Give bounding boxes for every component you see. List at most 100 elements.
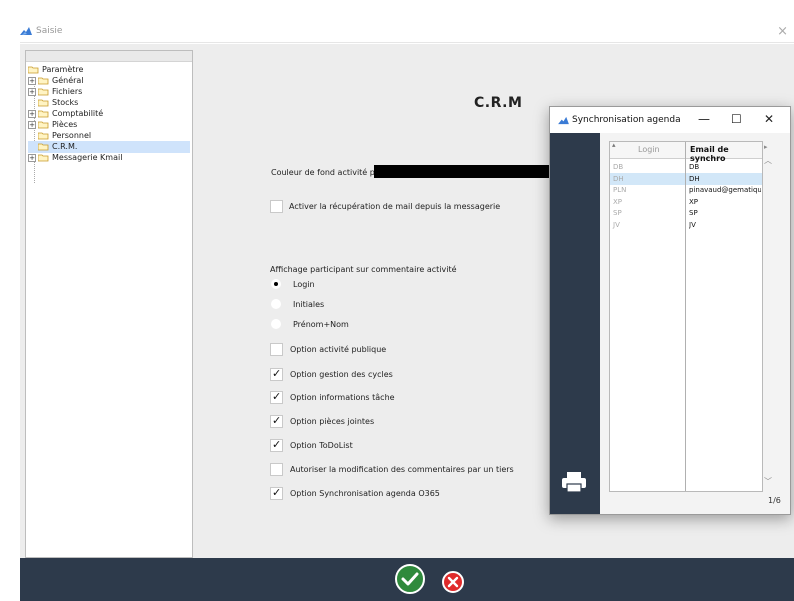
option-checkbox-6[interactable]	[270, 463, 283, 476]
checkmark-icon: ✓	[272, 414, 282, 427]
tree-item-label: Général	[52, 76, 84, 85]
cell-login: JV	[613, 220, 620, 229]
column-header-login[interactable]: ▴ Login	[610, 141, 685, 159]
color-picker[interactable]	[374, 165, 550, 178]
option-label: Option informations tâche	[290, 393, 395, 402]
sync-table: ▴ Login Email de synchro DB DB DH DH PLN pina…	[609, 141, 763, 492]
cell-login: DH	[613, 174, 624, 183]
sync-sidebar	[550, 133, 600, 514]
cell-email[interactable]: JV	[689, 221, 761, 229]
cell-login: XP	[613, 197, 623, 206]
checkmark-icon: ✓	[272, 486, 282, 499]
option-label: Option ToDoList	[290, 441, 353, 450]
folder-icon	[38, 143, 49, 151]
tree-header	[26, 51, 192, 62]
table-row[interactable]: XP XP	[610, 196, 762, 208]
cell-email[interactable]: SP	[689, 209, 761, 217]
option-checkbox-1[interactable]	[270, 343, 283, 356]
folder-icon	[38, 88, 49, 96]
option-label: Autoriser la modification des commentair…	[290, 465, 514, 474]
table-row[interactable]: JV JV	[610, 219, 762, 231]
sync-scrollbar[interactable]: ︿ ﹀	[763, 141, 773, 490]
folder-icon	[38, 77, 49, 85]
radio-1[interactable]	[271, 279, 281, 289]
option-checkbox-2[interactable]: ✓	[270, 367, 283, 381]
checkmark-icon: ✓	[272, 438, 282, 451]
option-label: Option Synchronisation agenda O365	[290, 489, 440, 498]
expand-icon[interactable]: +	[28, 154, 36, 162]
cancel-button[interactable]	[442, 571, 464, 593]
ok-button[interactable]	[395, 564, 425, 594]
option-label: Option gestion des cycles	[290, 370, 393, 379]
cell-login: PLN	[613, 186, 627, 194]
expand-icon[interactable]: +	[28, 121, 36, 129]
check-icon	[401, 572, 419, 586]
folder-icon	[38, 99, 49, 107]
table-row[interactable]: PLN pinavaud@gematiqu	[610, 184, 762, 196]
option-checkbox-3[interactable]: ✓	[270, 390, 283, 404]
option-checkbox-4[interactable]: ✓	[270, 414, 283, 428]
folder-open-icon	[28, 66, 39, 74]
cell-email[interactable]: DH	[689, 175, 761, 183]
participant-label: Affichage participant sur commentaire ac…	[270, 265, 457, 274]
sort-icon: ▴	[612, 141, 616, 149]
tree-root-label: Paramètre	[42, 65, 84, 74]
expand-icon[interactable]: +	[28, 110, 36, 118]
minimize-button[interactable]: —	[698, 112, 710, 126]
checkmark-icon: ✓	[272, 390, 282, 403]
table-row[interactable]: SP SP	[610, 207, 762, 219]
radio-label: Initiales	[293, 300, 325, 309]
column-separator	[685, 142, 686, 491]
option-checkbox-7[interactable]: ✓	[270, 486, 283, 500]
cell-email[interactable]: DB	[689, 163, 761, 171]
sync-agenda-window: Synchronisation agenda — ☐ ✕ ▴ Login Ema…	[549, 106, 791, 515]
sync-close-button[interactable]: ✕	[764, 112, 774, 126]
cell-login: DB	[613, 163, 624, 171]
scroll-down-icon[interactable]: ﹀	[764, 476, 772, 487]
radio-label: Login	[293, 280, 315, 289]
option-label: Option pièces jointes	[290, 417, 375, 426]
sync-titlebar: Synchronisation agenda — ☐ ✕	[550, 107, 790, 133]
tree-item-label: C.R.M.	[52, 142, 78, 151]
mail-recovery-label: Activer la récupération de mail depuis l…	[289, 202, 501, 211]
cell-email[interactable]: pinavaud@gematiqu	[689, 186, 761, 194]
folder-icon	[38, 121, 49, 129]
sync-pager: 1/6	[768, 496, 781, 505]
printer-icon[interactable]	[561, 471, 587, 493]
tree-item-label: Messagerie Kmail	[52, 153, 123, 162]
maximize-button[interactable]: ☐	[731, 112, 742, 126]
window-title: Saisie	[36, 26, 63, 36]
expand-icon[interactable]: +	[28, 88, 36, 96]
column-header-email[interactable]: Email de synchro	[686, 142, 762, 163]
table-row[interactable]: DH DH	[610, 172, 762, 185]
tree-item-label: Comptabilité	[52, 109, 104, 118]
window-close-button[interactable]: ×	[777, 24, 788, 39]
folder-icon	[38, 132, 49, 140]
option-label: Option activité publique	[290, 345, 387, 354]
checkmark-icon: ✓	[272, 367, 282, 380]
scroll-up-icon[interactable]: ︿	[764, 155, 772, 166]
radio-label: Prénom+Nom	[293, 320, 349, 329]
tree-item-label: Pièces	[52, 120, 78, 129]
folder-icon	[38, 154, 49, 162]
folder-icon	[38, 110, 49, 118]
app-icon	[558, 116, 569, 125]
option-checkbox-5[interactable]: ✓	[270, 438, 283, 452]
radio-3[interactable]	[271, 319, 281, 329]
radio-dot	[274, 282, 278, 286]
sync-title: Synchronisation agenda	[572, 115, 681, 125]
tree-item-label: Personnel	[52, 131, 92, 140]
settings-tree: Paramètre + Général + Fichiers Stocks + Compta…	[25, 50, 193, 558]
app-icon	[20, 27, 32, 35]
radio-2[interactable]	[271, 299, 281, 309]
expand-icon[interactable]: +	[28, 77, 36, 85]
close-circle-icon	[447, 576, 459, 588]
tree-item-label: Stocks	[52, 98, 79, 107]
page-title: C.R.M	[474, 95, 523, 111]
cell-login: SP	[613, 209, 622, 217]
tree-item[interactable]: + Messagerie Kmail	[28, 152, 190, 164]
cell-email[interactable]: XP	[689, 198, 761, 206]
tree-item-label: Fichiers	[52, 87, 83, 96]
table-row[interactable]: DB DB	[610, 161, 762, 173]
mail-recovery-checkbox[interactable]	[270, 200, 283, 213]
